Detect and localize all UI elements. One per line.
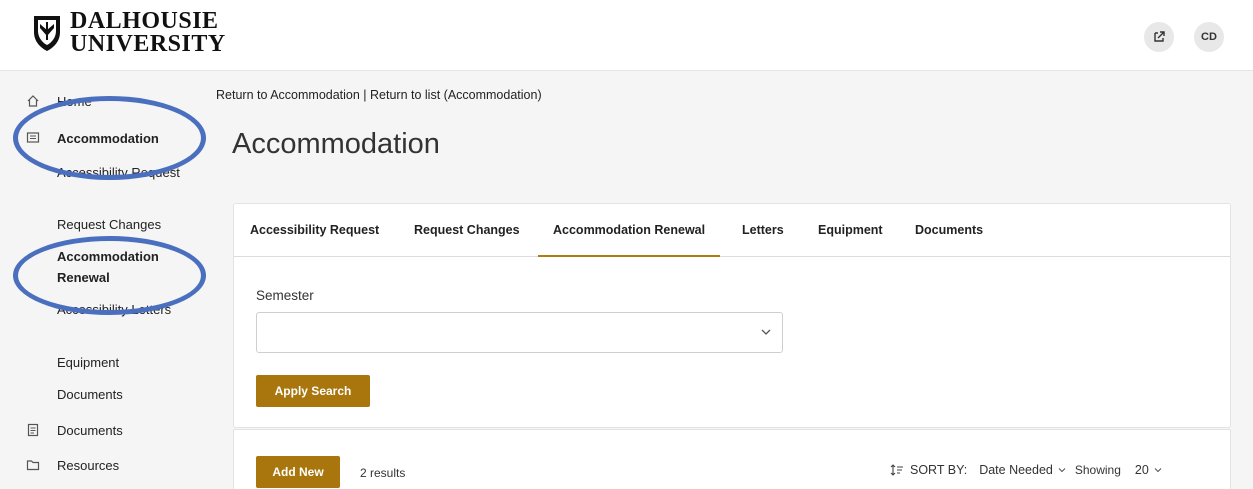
sort-label: SORT BY: xyxy=(910,463,968,477)
sidebar-subitem-request-changes[interactable]: Request Changes xyxy=(57,214,197,235)
showing-label: Showing xyxy=(1074,463,1121,477)
add-new-button[interactable]: Add New xyxy=(256,456,340,488)
page-size-value: 20 xyxy=(1134,463,1149,477)
sidebar-subitem-accommodation-renewal[interactable]: Accommodation Renewal xyxy=(57,246,197,288)
document-icon xyxy=(25,422,41,438)
sidebar-subitem-accessibility-letters[interactable]: Accessibility Letters xyxy=(57,299,197,320)
tab-accommodation-renewal[interactable]: Accommodation Renewal xyxy=(537,204,721,257)
logo-line-2: UNIVERSITY xyxy=(70,31,226,57)
tab-letters[interactable]: Letters xyxy=(742,204,784,256)
tab-request-changes[interactable]: Request Changes xyxy=(414,204,520,256)
semester-label: Semester xyxy=(256,288,314,303)
tab-documents[interactable]: Documents xyxy=(915,204,983,256)
tab-accessibility-request[interactable]: Accessibility Request xyxy=(250,204,379,256)
sidebar-subitem-equipment[interactable]: Equipment xyxy=(57,352,197,373)
sort-control: SORT BY: Date Needed Showing 20 xyxy=(890,463,1163,477)
results-panel: Add New 2 results SORT BY: Date Needed S… xyxy=(233,429,1231,489)
external-link-icon xyxy=(1154,31,1165,42)
breadcrumb[interactable]: Return to Accommodation | Return to list… xyxy=(216,88,542,102)
accommodation-card: Accessibility Request Request Changes Ac… xyxy=(233,203,1231,428)
sidebar-item-label: Documents xyxy=(57,422,123,438)
sidebar-item-home[interactable]: Home xyxy=(0,90,215,112)
logo-line-1: DALHOUSIE xyxy=(70,8,219,34)
page-size-select[interactable]: 20 xyxy=(1135,463,1163,477)
sort-icon xyxy=(890,464,904,476)
sidebar: Home Accommodation Accessibility Request… xyxy=(0,70,215,489)
chevron-down-icon xyxy=(760,325,772,343)
folder-icon xyxy=(25,457,41,473)
tab-equipment[interactable]: Equipment xyxy=(818,204,883,256)
external-link-button[interactable] xyxy=(1144,22,1174,52)
sort-select[interactable]: Date Needed xyxy=(979,463,1067,477)
home-icon xyxy=(25,93,41,109)
chevron-down-icon xyxy=(1058,468,1066,473)
sidebar-item-label: Resources xyxy=(57,457,120,473)
sidebar-subitem-accessibility-request[interactable]: Accessibility Request xyxy=(57,162,197,183)
message-icon xyxy=(25,130,41,146)
sidebar-item-accommodation[interactable]: Accommodation xyxy=(0,127,215,149)
apply-search-button[interactable]: Apply Search xyxy=(256,375,370,407)
sidebar-subitem-documents[interactable]: Documents xyxy=(57,384,197,405)
university-logo[interactable]: DALHOUSIE UNIVERSITY xyxy=(32,8,226,57)
results-count: 2 results xyxy=(360,466,406,480)
crest-icon xyxy=(34,16,60,51)
sidebar-item-label: Home xyxy=(57,93,92,109)
sidebar-item-resources[interactable]: Resources xyxy=(0,454,215,476)
sidebar-item-documents[interactable]: Documents xyxy=(0,419,215,441)
sort-value: Date Needed xyxy=(979,463,1053,477)
page-title: Accommodation xyxy=(232,128,440,160)
sidebar-item-label: Accommodation xyxy=(57,130,159,146)
chevron-down-icon xyxy=(1154,468,1162,473)
user-avatar[interactable]: CD xyxy=(1194,22,1224,52)
tab-bar: Accessibility Request Request Changes Ac… xyxy=(234,204,1230,257)
top-header: DALHOUSIE UNIVERSITY CD xyxy=(0,0,1253,71)
semester-select[interactable] xyxy=(256,312,783,353)
